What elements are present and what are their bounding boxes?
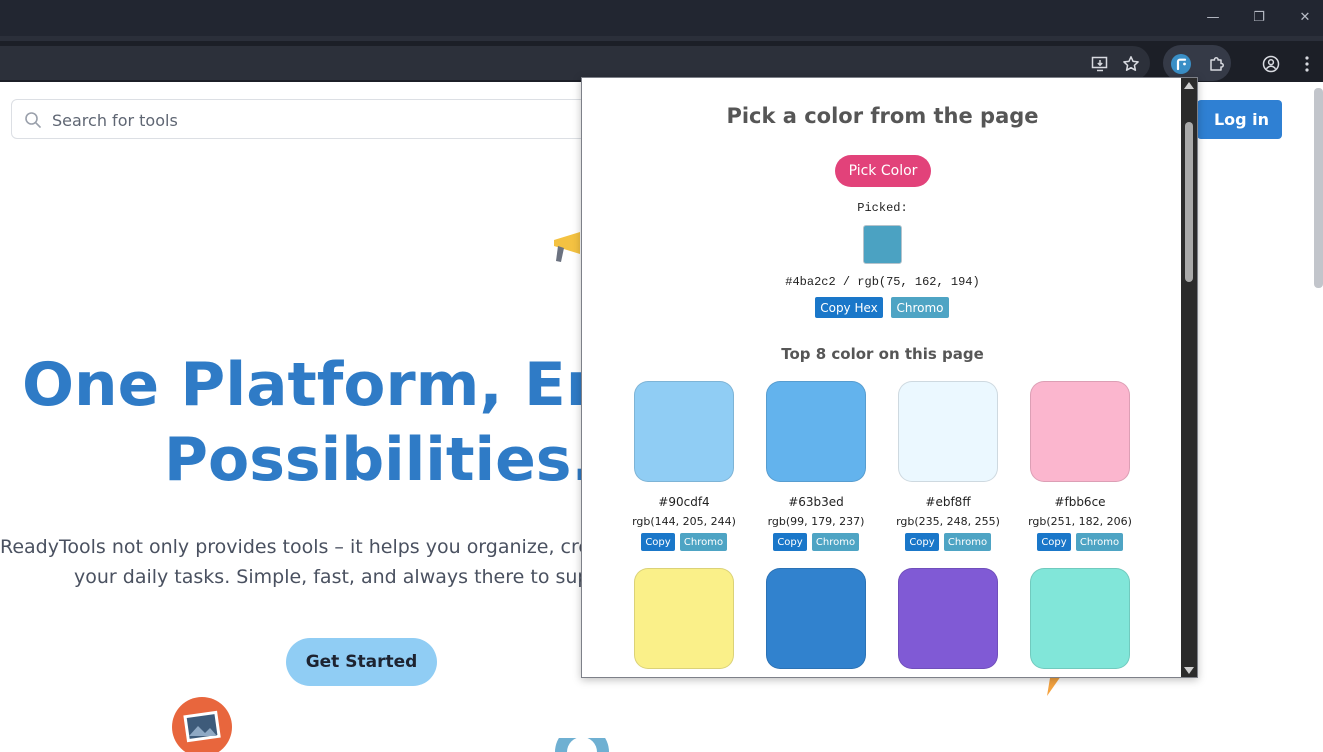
browser-toolbar	[0, 36, 1323, 82]
chromo-color-button[interactable]: Chromo	[1076, 533, 1123, 551]
picked-color-swatch	[863, 225, 902, 264]
scroll-up-arrow-icon[interactable]	[1184, 82, 1194, 89]
color-hex: #63b3ed	[788, 495, 844, 509]
login-button[interactable]: Log in	[1197, 100, 1282, 139]
search-icon	[24, 111, 42, 134]
copy-color-button[interactable]: Copy	[641, 533, 675, 551]
search-placeholder: Search for tools	[52, 111, 178, 130]
color-swatch[interactable]	[1030, 568, 1130, 669]
popup-scrollbar[interactable]	[1181, 78, 1197, 677]
color-rgb: rgb(99, 179, 237)	[767, 515, 865, 528]
star-icon[interactable]	[1119, 52, 1143, 76]
top-colors-heading: Top 8 color on this page	[781, 345, 984, 363]
color-swatch[interactable]	[634, 568, 734, 669]
hero-subtitle-line2: your daily tasks. Simple, fast, and alwa…	[74, 566, 614, 588]
popup-scroll-thumb[interactable]	[1185, 122, 1193, 282]
color-rgb: rgb(235, 248, 255)	[896, 515, 1000, 528]
megaphone-illustration	[554, 232, 580, 262]
copy-color-button[interactable]: Copy	[905, 533, 939, 551]
picked-label: Picked:	[857, 201, 908, 215]
color-swatch[interactable]	[898, 381, 998, 482]
kebab-menu-icon[interactable]	[1295, 52, 1319, 76]
color-picker-popup: Pick a color from the page Pick Color Pi…	[581, 77, 1198, 678]
color-swatch[interactable]	[766, 381, 866, 482]
copy-color-button[interactable]: Copy	[773, 533, 807, 551]
browser-titlebar: — ❐ ✕	[0, 0, 1323, 36]
readytools-extension-icon[interactable]	[1169, 52, 1193, 76]
pick-color-button[interactable]: Pick Color	[835, 155, 931, 187]
color-swatch[interactable]	[634, 381, 734, 482]
color-hex: #fbb6ce	[1054, 495, 1106, 509]
hero-subtitle-line1: ReadyTools not only provides tools – it …	[0, 536, 602, 558]
page-scrollbar[interactable]	[1314, 88, 1323, 288]
search-input[interactable]: Search for tools	[11, 99, 611, 139]
copy-hex-button[interactable]: Copy Hex	[815, 297, 883, 318]
minimize-button[interactable]: —	[1190, 6, 1236, 28]
scroll-down-arrow-icon[interactable]	[1184, 667, 1194, 674]
color-rgb: rgb(144, 205, 244)	[632, 515, 736, 528]
color-swatch[interactable]	[766, 568, 866, 669]
color-swatch[interactable]	[898, 568, 998, 669]
chromo-color-button[interactable]: Chromo	[944, 533, 991, 551]
hero-heading-line2: Possibilities.	[164, 425, 595, 495]
color-rgb: rgb(251, 182, 206)	[1028, 515, 1132, 528]
restore-button[interactable]: ❐	[1236, 6, 1282, 28]
chromo-color-button[interactable]: Chromo	[812, 533, 859, 551]
copy-color-button[interactable]: Copy	[1037, 533, 1071, 551]
image-illustration-icon	[172, 697, 232, 752]
chromo-color-button[interactable]: Chromo	[680, 533, 727, 551]
picked-color-value: #4ba2c2 / rgb(75, 162, 194)	[785, 275, 980, 289]
color-hex: #ebf8ff	[925, 495, 971, 509]
puzzle-icon[interactable]	[1205, 52, 1229, 76]
address-bar[interactable]	[0, 46, 1150, 80]
popup-title: Pick a color from the page	[726, 104, 1039, 128]
get-started-button[interactable]: Get Started	[286, 638, 437, 686]
circle-illustration	[555, 738, 609, 752]
hero-heading-line1: One Platform, Endl	[22, 350, 675, 420]
chromo-button[interactable]: Chromo	[891, 297, 949, 318]
close-window-button[interactable]: ✕	[1282, 6, 1323, 28]
color-swatch[interactable]	[1030, 381, 1130, 482]
install-app-icon[interactable]	[1088, 52, 1112, 76]
profile-icon[interactable]	[1259, 52, 1283, 76]
color-hex: #90cdf4	[658, 495, 710, 509]
